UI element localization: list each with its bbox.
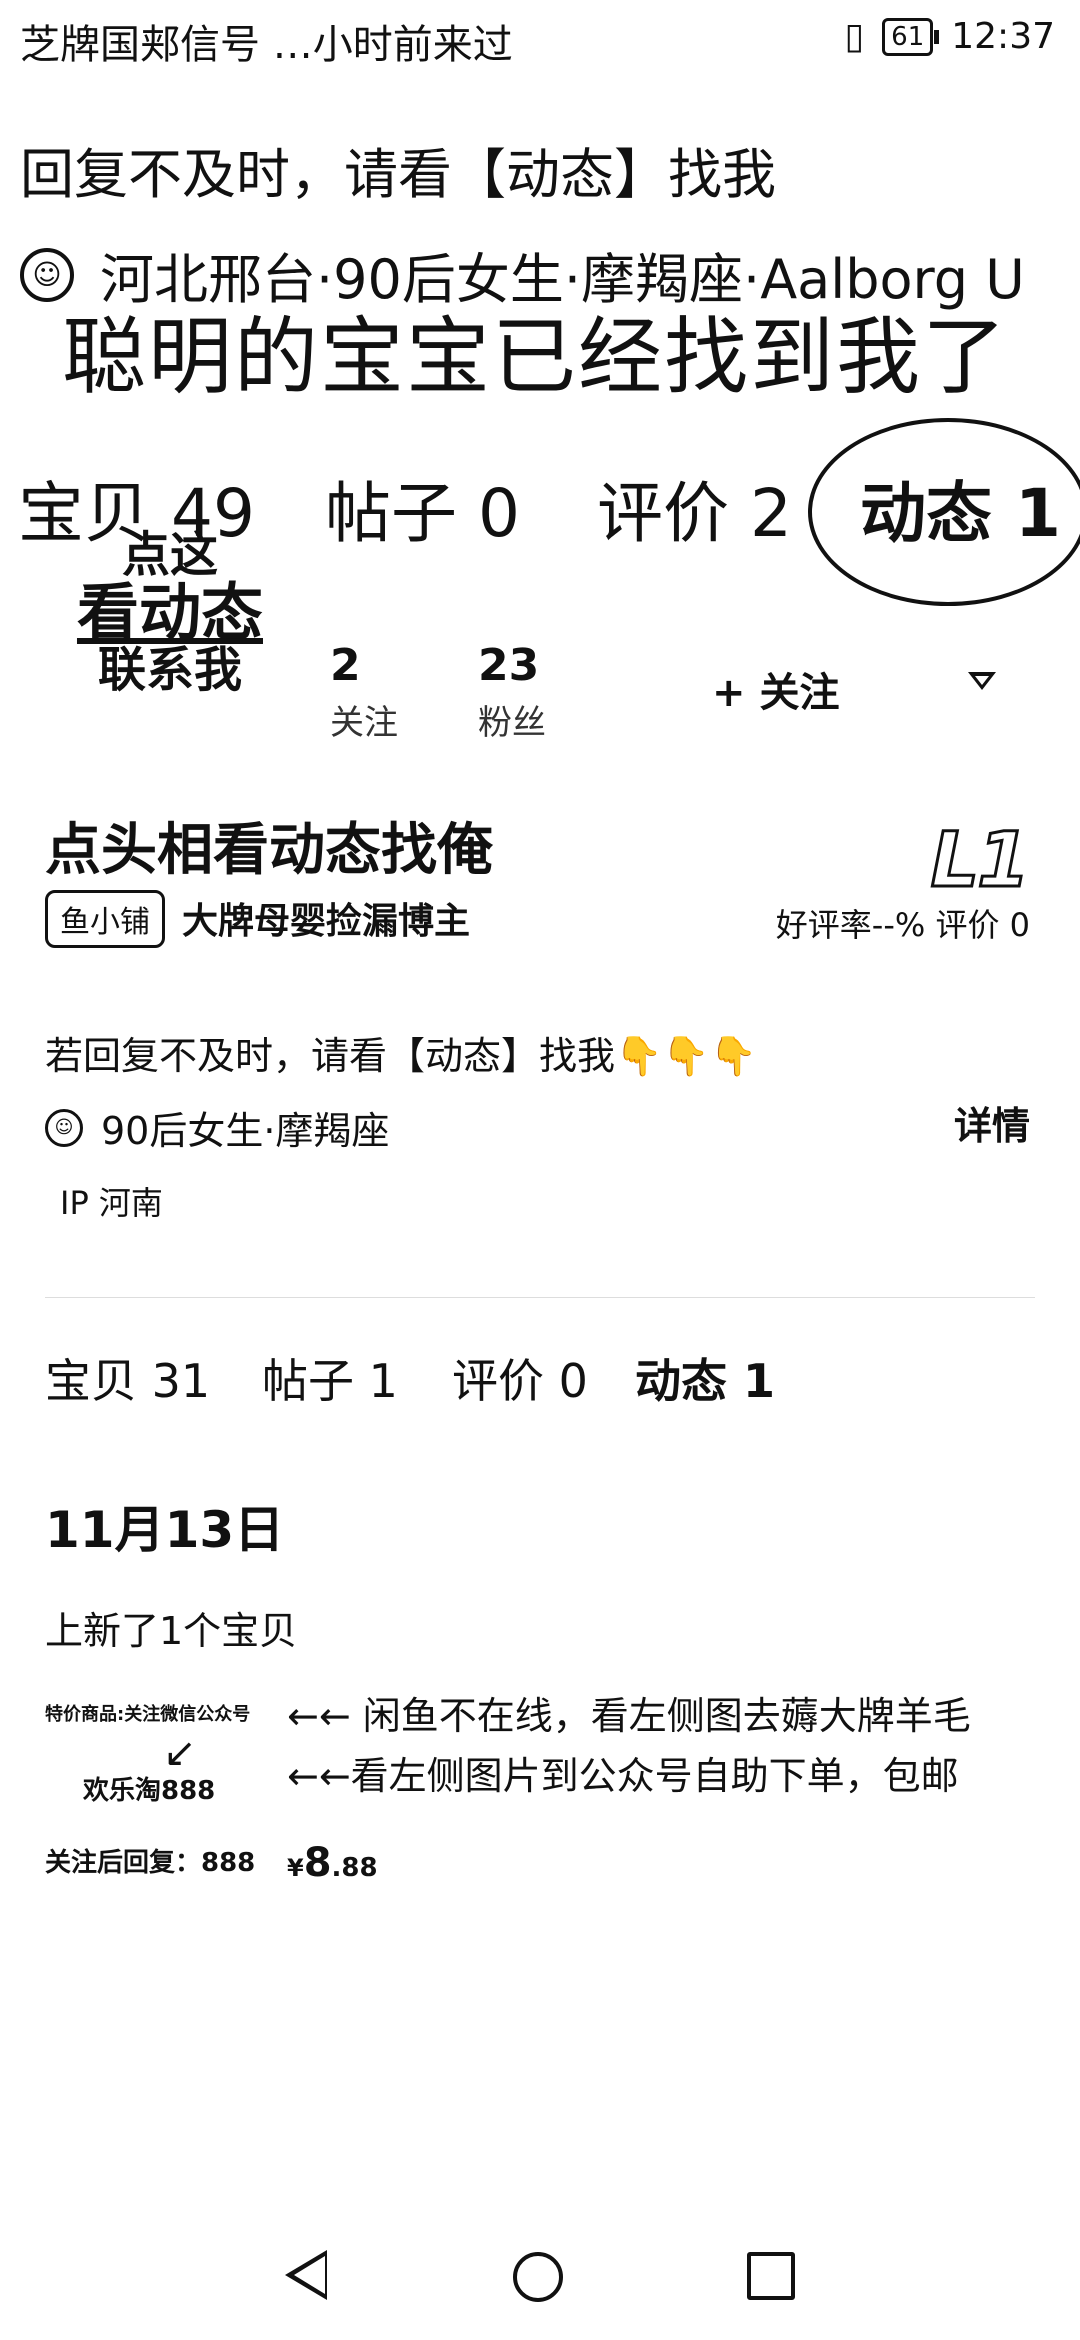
- battery-icon: 61: [882, 17, 940, 56]
- divider: [45, 1297, 1035, 1298]
- status-bar: 芝牌国郏信号 …小时前来过 ▯ 61 12:37: [0, 0, 1080, 80]
- status-text: 芝牌国郏信号 …小时前来过: [20, 22, 513, 68]
- avatar-line-2: 看动态: [76, 576, 263, 650]
- profile-tabs: 宝贝 31 帖子 1 评价 0 动态 1: [0, 1345, 1080, 1425]
- bio-text: 若回复不及时，请看【动态】找我👇👇👇: [45, 1034, 757, 1078]
- identity-row: ☺ 90后女生·摩羯座: [45, 1100, 389, 1155]
- annotation-line-1: ←← 闲鱼不在线，看左侧图去薅大牌羊毛: [287, 1694, 971, 1738]
- shop-badge: 鱼小铺: [45, 890, 165, 948]
- status-icons: ▯ 61 12:37: [844, 16, 1055, 57]
- following-count: 2: [330, 640, 361, 691]
- smile-icon: ☺: [45, 1108, 83, 1147]
- shop-tag: 大牌母婴捡漏博主: [182, 901, 471, 942]
- feed-new-item-text: 上新了1个宝贝: [45, 1609, 298, 1653]
- tab-updates[interactable]: 动态 1: [635, 1345, 775, 1411]
- vibrate-icon: ▯: [844, 16, 865, 57]
- following-stat[interactable]: 2 关注: [330, 640, 398, 744]
- back-icon[interactable]: [285, 2250, 327, 2300]
- following-label: 关注: [330, 703, 398, 743]
- shop-name: 点头相看动态找俺: [45, 818, 493, 883]
- price-integer: 8: [303, 1840, 332, 1886]
- annotation-line-2: ←←看左侧图片到公众号自助下单，包邮: [287, 1754, 959, 1798]
- details-link[interactable]: 详情: [954, 1095, 1030, 1150]
- follow-button[interactable]: + 关注: [712, 660, 839, 718]
- clock: 12:37: [951, 16, 1055, 57]
- banner-tab-reviews: 评价 2: [597, 475, 792, 552]
- item-price: ¥8.88: [287, 1840, 378, 1886]
- ip-location: IP 河南: [60, 1184, 163, 1222]
- home-icon[interactable]: [513, 2252, 563, 2302]
- avatar-line-1: 点这: [121, 527, 218, 583]
- tab-posts[interactable]: 帖子 1: [262, 1345, 398, 1411]
- avatar[interactable]: 点这 看动态 联系我: [55, 530, 285, 696]
- fans-stat[interactable]: 23 粉丝: [478, 640, 546, 744]
- fans-label: 粉丝: [478, 703, 546, 743]
- chevron-down-icon[interactable]: [968, 672, 996, 690]
- banner-line-1: 回复不及时，请看【动态】找我: [20, 143, 776, 206]
- rating-summary[interactable]: 好评率--% 评价 0: [776, 900, 1030, 946]
- avatar-line-3: 联系我: [97, 642, 242, 699]
- price-decimal: .88: [331, 1853, 378, 1883]
- price-currency: ¥: [287, 1854, 304, 1882]
- highlight-circle: [808, 418, 1080, 606]
- level-badge: L1: [929, 814, 1031, 906]
- banner-tab-posts: 帖子 0: [325, 475, 520, 552]
- identity-text: 90后女生·摩羯座: [101, 1109, 390, 1153]
- tab-reviews[interactable]: 评价 0: [452, 1345, 588, 1411]
- thumbnail-name: 欢乐淘888: [83, 1776, 216, 1806]
- thumbnail-reply-text: 关注后回复：888: [45, 1848, 256, 1878]
- thumbnail-caption: 特价商品:关注微信公众号: [45, 1704, 251, 1725]
- feed-date: 11月13日: [45, 1501, 285, 1559]
- tab-items[interactable]: 宝贝 31: [45, 1345, 210, 1411]
- recents-icon[interactable]: [747, 2252, 795, 2300]
- fans-count: 23: [478, 640, 540, 691]
- banner-line-3: 聪明的宝宝已经找到我了: [62, 308, 1009, 406]
